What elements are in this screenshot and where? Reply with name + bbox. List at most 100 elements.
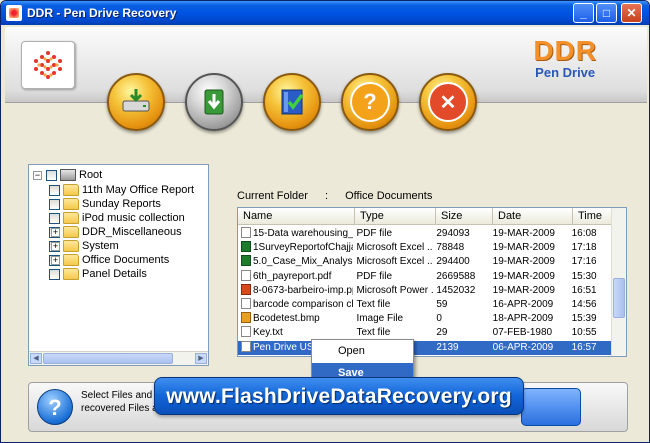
recover-button[interactable]: [107, 73, 165, 131]
cell-text: Microsoft Power ...: [356, 284, 434, 296]
tree-item-label: System: [82, 240, 119, 252]
tree-item[interactable]: Office Documents: [49, 253, 169, 267]
logo-grid-icon: [34, 51, 62, 79]
exit-button[interactable]: ✕: [419, 73, 477, 131]
cell-text: 1452032: [436, 284, 476, 296]
cell-type: Image File: [353, 312, 433, 326]
cell-text: Microsoft Excel ...: [356, 242, 434, 254]
column-header-type[interactable]: Type: [355, 208, 436, 225]
save-button[interactable]: [185, 73, 243, 131]
table-row[interactable]: Bcodetest.bmp Image File 0 18-APR-2009 15:39: [238, 312, 613, 326]
cell-name: 5.0_Case_Mix_Analysis...: [238, 255, 353, 269]
scroll-right-icon[interactable]: ▶: [195, 353, 207, 364]
cell-time: 17:16: [569, 255, 613, 269]
cell-text: 19-MAR-2009: [492, 242, 555, 254]
folder-icon: [63, 254, 79, 266]
cell-size: 294093: [433, 227, 489, 241]
cell-text: Text file: [356, 299, 391, 310]
cell-text: Image File: [356, 313, 404, 325]
scroll-thumb[interactable]: [43, 353, 173, 364]
cell-text: 59: [436, 299, 448, 310]
scroll-thumb[interactable]: [613, 278, 625, 318]
folder-icon: [63, 212, 79, 224]
close-button[interactable]: ✕: [621, 3, 642, 23]
cell-text: 2139: [436, 341, 459, 353]
tree-item[interactable]: Sunday Reports: [49, 197, 161, 211]
collapse-icon[interactable]: −: [33, 170, 42, 180]
document-file-icon: [241, 227, 251, 238]
tree-checkbox[interactable]: [49, 198, 60, 210]
cell-name: Bcodetest.bmp: [238, 312, 353, 326]
tree-item[interactable]: 11th May Office Report: [49, 183, 194, 197]
cell-text: Bcodetest.bmp: [253, 313, 320, 325]
cell-time: 16:57: [569, 341, 613, 355]
cell-time: 15:30: [569, 270, 613, 284]
cell-date: 06-APR-2009: [490, 341, 569, 355]
excel-file-icon: [241, 241, 251, 253]
cell-text: 16:08: [571, 228, 597, 239]
excel-file-icon: [241, 255, 251, 267]
help-button[interactable]: ?: [341, 73, 399, 131]
tree-checkbox[interactable]: [46, 169, 57, 181]
file-list-vertical-scrollbar[interactable]: [611, 208, 626, 356]
table-row[interactable]: 6th_payreport.pdf PDF file 2669588 19-MAR-2…: [238, 269, 613, 284]
cell-type: Microsoft Power ...: [353, 284, 433, 298]
folder-icon: [63, 226, 79, 238]
cell-text: 14:56: [571, 299, 597, 310]
cell-text: Text file: [356, 327, 391, 339]
column-header-name[interactable]: Name: [238, 208, 355, 225]
tree-item[interactable]: iPod music collection: [49, 211, 185, 225]
cell-text: 0: [436, 313, 442, 325]
cell-text: 15:39: [571, 313, 597, 325]
tree-item[interactable]: DDR_Miscellaneous: [49, 225, 182, 239]
current-folder-value: Office Documents: [345, 190, 433, 202]
cell-text: 294093: [436, 228, 470, 239]
tree-item[interactable]: Panel Details: [49, 267, 147, 281]
cell-text: 17:16: [571, 256, 597, 268]
book-button[interactable]: [263, 73, 321, 131]
table-row[interactable]: 8-0673-barbeiro-imp.ppt Microsoft Power .…: [238, 283, 613, 298]
document-file-icon: [241, 269, 251, 281]
cell-text: 5.0_Case_Mix_Analysis...: [253, 256, 353, 268]
table-row[interactable]: Pen Drive USB... 2139 06-APR-2009 16:57: [238, 340, 613, 355]
table-row[interactable]: Key.txt Text file 29 07-FEB-1980 10:55: [238, 326, 613, 340]
tree-item-label: iPod music collection: [82, 212, 185, 224]
expand-icon[interactable]: +: [51, 228, 60, 237]
cell-text: PDF file: [356, 228, 392, 239]
tree-checkbox[interactable]: [49, 268, 60, 280]
context-menu-open[interactable]: Open: [312, 341, 413, 361]
column-header-size[interactable]: Size: [436, 208, 493, 225]
tree-checkbox[interactable]: [49, 184, 60, 196]
tree-item-root[interactable]: − Root: [33, 168, 102, 182]
app-icon: [6, 5, 22, 21]
cell-size: 0: [433, 312, 489, 326]
expand-icon[interactable]: +: [51, 256, 60, 265]
cell-text: 19-MAR-2009: [492, 284, 555, 296]
app-logo: [21, 41, 75, 89]
table-row[interactable]: barcode comparison ch...Text file 59 16-AP…: [238, 298, 613, 312]
folder-icon: [63, 240, 79, 252]
table-row[interactable]: 15-Data warehousing_I...PDF file 294093 19…: [238, 227, 613, 241]
cell-name: 8-0673-barbeiro-imp.ppt: [238, 283, 353, 298]
tree-horizontal-scrollbar[interactable]: ◀ ▶: [29, 351, 208, 365]
expand-icon[interactable]: +: [51, 242, 60, 251]
title-bar[interactable]: DDR - Pen Drive Recovery _ □ ✕: [1, 1, 649, 25]
cell-size: 1452032: [433, 284, 489, 298]
tree-checkbox[interactable]: [49, 212, 60, 224]
brand-block: DDR Pen Drive: [533, 35, 597, 80]
folder-tree[interactable]: − Root 11th May Office Report Sunday Rep…: [28, 164, 209, 366]
scroll-left-icon[interactable]: ◀: [30, 353, 42, 364]
cell-size: 2669588: [433, 270, 489, 284]
cell-text: 16-APR-2009: [492, 299, 554, 310]
cell-text: barcode comparison ch...: [253, 299, 353, 310]
current-folder-label: Current Folder: [237, 190, 308, 202]
table-row[interactable]: 1SurveyReportofChajja...Microsoft Excel …: [238, 241, 613, 255]
save-download-icon: [204, 89, 224, 115]
column-header-date[interactable]: Date: [493, 208, 573, 225]
tree-item-label: 11th May Office Report: [82, 184, 195, 196]
file-list[interactable]: Name Type Size Date Time 15-Data warehou…: [237, 207, 627, 357]
next-button[interactable]: [521, 388, 581, 426]
table-row[interactable]: 5.0_Case_Mix_Analysis...Microsoft Excel …: [238, 255, 613, 269]
minimize-button[interactable]: _: [573, 3, 594, 23]
maximize-button[interactable]: □: [596, 3, 617, 23]
